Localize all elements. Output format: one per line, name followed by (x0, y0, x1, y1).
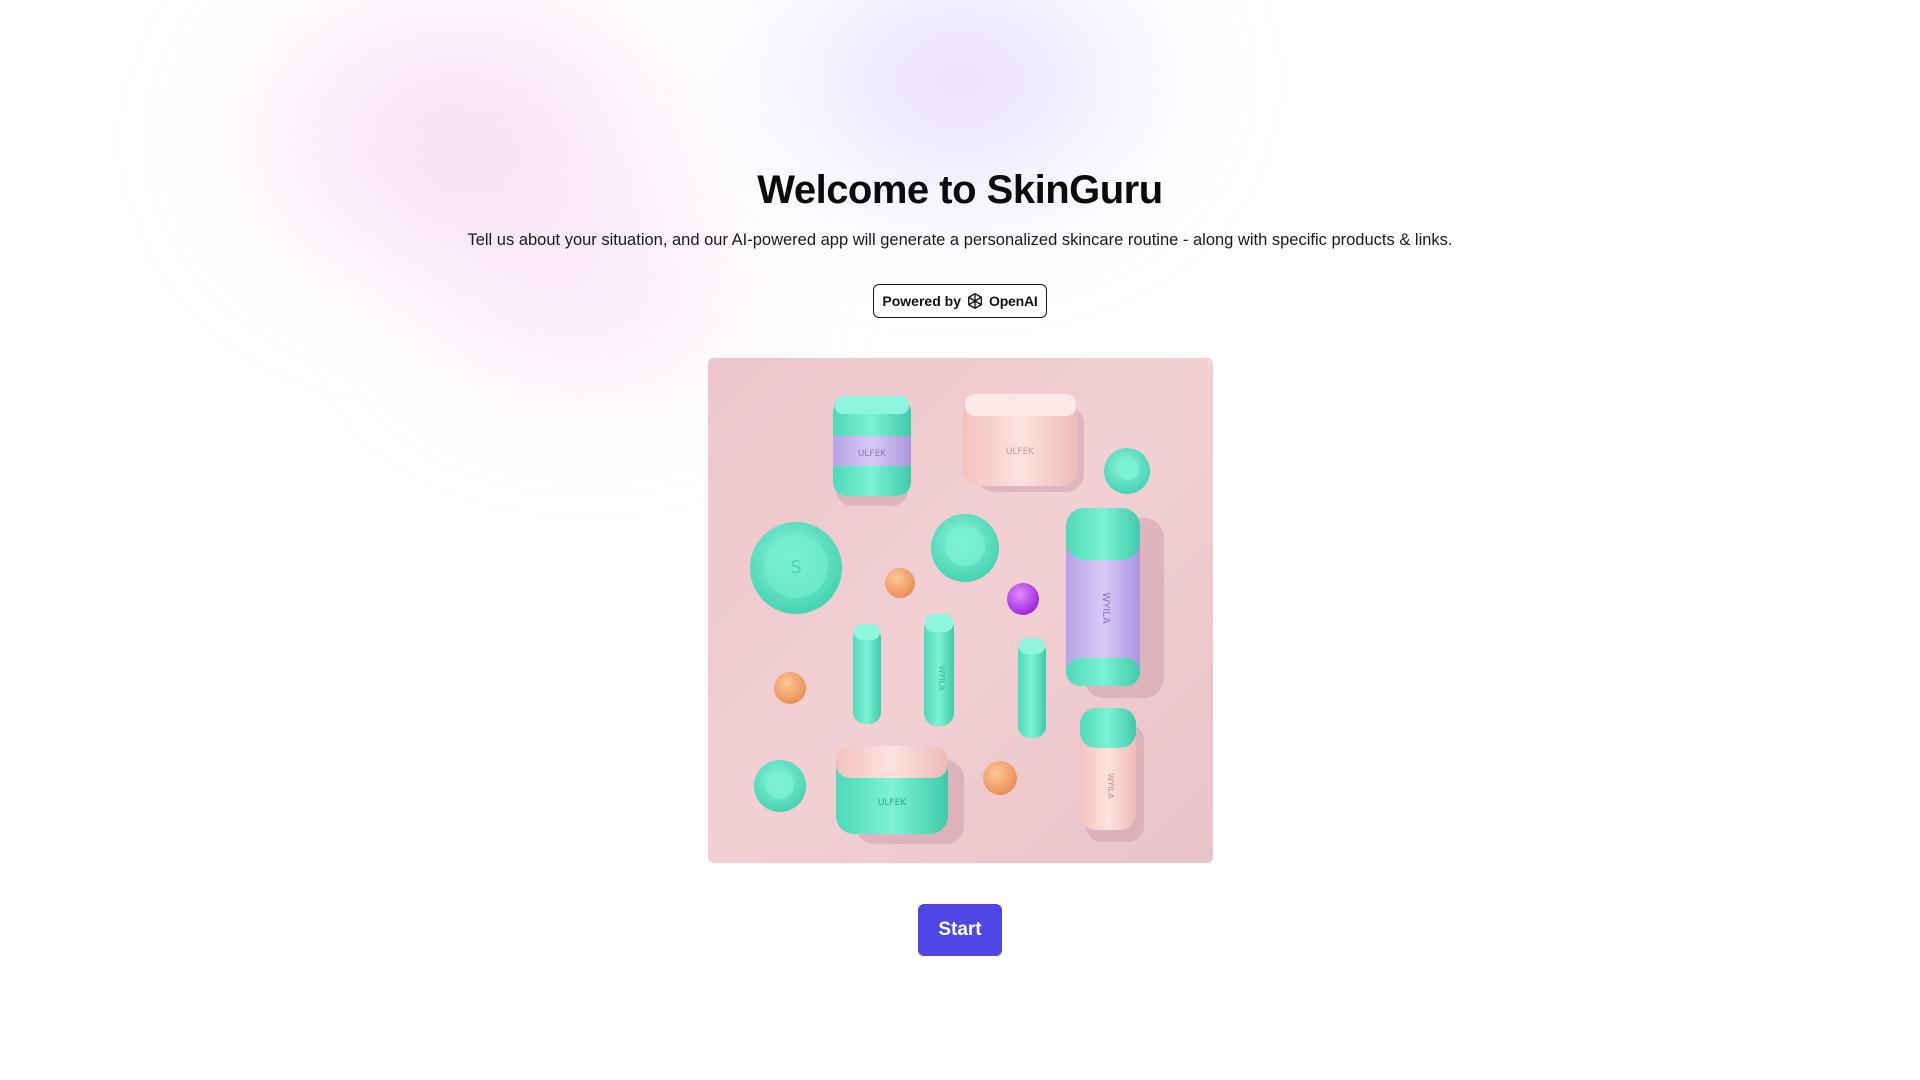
page-subtitle: Tell us about your situation, and our AI… (467, 231, 1453, 249)
openai-logo-icon (965, 291, 985, 311)
svg-text:ULFEK: ULFEK (857, 449, 886, 459)
page: Welcome to SkinGuru Tell us about your s… (0, 0, 1920, 1080)
page-title: Welcome to SkinGuru (757, 168, 1163, 212)
skincare-products-illustration: ULFEK ULFEK S WYILA WYILA ULFEK WYILA (707, 358, 1213, 863)
svg-text:S: S (790, 557, 801, 578)
powered-by-openai-badge[interactable]: Powered by OpenAI (873, 284, 1047, 318)
svg-text:ULFEK: ULFEK (1005, 447, 1034, 457)
svg-text:WYILA: WYILA (1100, 592, 1111, 624)
powered-by-label: Powered by (882, 293, 961, 309)
hero-image: ULFEK ULFEK S WYILA WYILA ULFEK WYILA (707, 358, 1213, 863)
main-content: Welcome to SkinGuru Tell us about your s… (0, 0, 1920, 956)
svg-text:WYILA: WYILA (1106, 773, 1115, 799)
start-button[interactable]: Start (918, 904, 1002, 956)
svg-text:ULFEK: ULFEK (877, 798, 906, 808)
svg-text:WYILA: WYILA (937, 665, 946, 691)
openai-brand-label: OpenAI (989, 293, 1038, 309)
